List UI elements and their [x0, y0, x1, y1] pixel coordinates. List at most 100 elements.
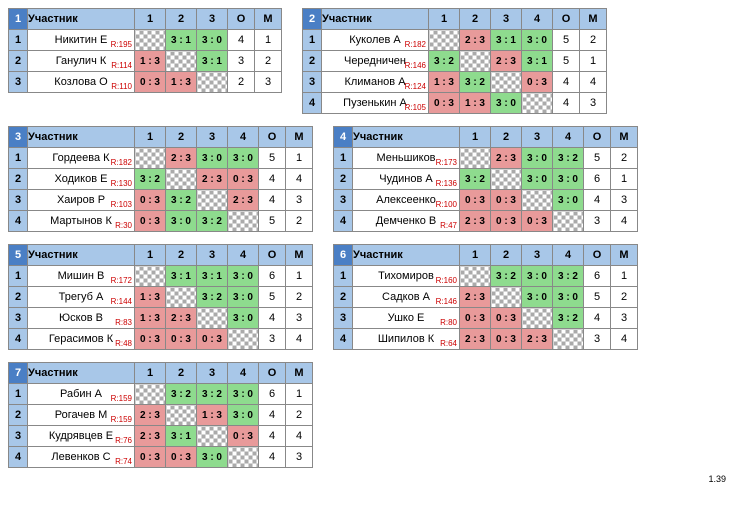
score-cell: 2 : 3 — [460, 329, 491, 350]
points-cell: 6 — [584, 266, 611, 287]
score-cell: 2 : 3 — [460, 30, 491, 51]
player-name: Мартынов К — [50, 215, 112, 227]
player-name-cell: Ходиков ЕR:130 — [28, 169, 135, 190]
player-name: Рогачев М — [55, 409, 108, 421]
row-index: 3 — [303, 72, 322, 93]
place-cell: 1 — [286, 384, 313, 405]
player-name: Герасимов К — [49, 333, 113, 345]
hdr-col-3: 3 — [197, 127, 228, 148]
row-index: 2 — [9, 287, 28, 308]
score-cell: 1 : 3 — [166, 72, 197, 93]
table-row: 2Чудинов АR:1363 : 23 : 03 : 061 — [334, 169, 638, 190]
hdr-col-2: 2 — [460, 9, 491, 30]
player-name-cell: Юсков ВR:83 — [28, 308, 135, 329]
player-name: Кудрявцев Е — [49, 430, 113, 442]
score-cell: 0 : 3 — [135, 447, 166, 468]
table-row: 3Козлова ОR:1100 : 31 : 323 — [9, 72, 282, 93]
hdr-col-4: 4 — [522, 9, 553, 30]
hdr-col-4: 4 — [228, 245, 259, 266]
hdr-col-2: 2 — [166, 363, 197, 384]
diag-cell — [460, 266, 491, 287]
player-rating: R:124 — [405, 82, 426, 91]
score-cell: 3 : 2 — [166, 190, 197, 211]
score-cell: 3 : 1 — [166, 30, 197, 51]
score-cell: 3 : 1 — [197, 266, 228, 287]
table-row: 1Куколев АR:1822 : 33 : 13 : 052 — [303, 30, 607, 51]
player-name-cell: Ушко ЕR:80 — [353, 308, 460, 329]
points-cell: 2 — [228, 72, 255, 93]
score-cell: 2 : 3 — [460, 211, 491, 232]
score-cell: 0 : 3 — [166, 329, 197, 350]
diag-cell — [135, 30, 166, 51]
score-cell: 3 : 0 — [522, 30, 553, 51]
player-name-cell: Мишин ВR:172 — [28, 266, 135, 287]
table-row: 2ЧередниченR:1463 : 22 : 33 : 151 — [303, 51, 607, 72]
player-name-cell: Чудинов АR:136 — [353, 169, 460, 190]
diag-cell — [460, 148, 491, 169]
group-2: 2Участник1234ОМ1Куколев АR:1822 : 33 : 1… — [302, 8, 607, 114]
score-cell: 3 : 0 — [197, 30, 228, 51]
hdr-participant: Участник — [322, 9, 429, 30]
row-index: 4 — [303, 93, 322, 114]
hdr-col-1: 1 — [135, 245, 166, 266]
player-name: Меньшиков — [376, 152, 435, 164]
row-index: 1 — [9, 148, 28, 169]
score-cell: 3 : 0 — [228, 148, 259, 169]
player-rating: R:146 — [405, 61, 426, 70]
diag-cell — [197, 190, 228, 211]
player-name-cell: АлексеенкоR:100 — [353, 190, 460, 211]
group-row: 3Участник1234ОМ1Гордеева КR:1822 : 33 : … — [8, 126, 732, 232]
hdr-place: М — [286, 363, 313, 384]
hdr-col-3: 3 — [522, 245, 553, 266]
place-cell: 1 — [611, 266, 638, 287]
place-cell: 4 — [611, 211, 638, 232]
footer-version: 1.39 — [8, 474, 732, 484]
score-cell: 0 : 3 — [135, 190, 166, 211]
player-name: Рабин А — [60, 388, 102, 400]
table-row: 3Юсков ВR:831 : 32 : 33 : 043 — [9, 308, 313, 329]
player-rating: R:114 — [111, 61, 132, 70]
hdr-place: М — [611, 127, 638, 148]
diag-cell — [135, 148, 166, 169]
score-cell: 3 : 2 — [460, 169, 491, 190]
table-row: 3Кудрявцев ЕR:762 : 33 : 10 : 344 — [9, 426, 313, 447]
hdr-participant: Участник — [353, 127, 460, 148]
score-cell: 2 : 3 — [197, 169, 228, 190]
player-name-cell: Демченко ВR:47 — [353, 211, 460, 232]
player-rating: R:48 — [115, 339, 132, 348]
row-index: 1 — [9, 384, 28, 405]
place-cell: 2 — [611, 287, 638, 308]
place-cell: 1 — [286, 266, 313, 287]
table-row: 4Демченко ВR:472 : 30 : 30 : 334 — [334, 211, 638, 232]
table-row: 3Хаиров РR:1030 : 33 : 22 : 343 — [9, 190, 313, 211]
table-row: 4Герасимов КR:480 : 30 : 30 : 334 — [9, 329, 313, 350]
player-name: Ходиков Е — [55, 173, 108, 185]
score-cell: 0 : 3 — [522, 211, 553, 232]
hdr-col-4: 4 — [228, 363, 259, 384]
place-cell: 1 — [286, 148, 313, 169]
place-cell: 2 — [611, 148, 638, 169]
score-cell: 3 : 0 — [228, 308, 259, 329]
points-cell: 3 — [259, 329, 286, 350]
group-table: 6Участник1234ОМ1ТихомировR:1603 : 23 : 0… — [333, 244, 638, 350]
table-row: 2Садков АR:1462 : 33 : 03 : 052 — [334, 287, 638, 308]
points-cell: 4 — [228, 30, 255, 51]
score-cell: 3 : 0 — [228, 266, 259, 287]
player-name: Демченко В — [376, 215, 437, 227]
hdr-col-1: 1 — [135, 363, 166, 384]
score-cell: 3 : 1 — [166, 426, 197, 447]
table-row: 3АлексеенкоR:1000 : 30 : 33 : 043 — [334, 190, 638, 211]
score-cell: 3 : 1 — [166, 266, 197, 287]
player-name-cell: Климанов АR:124 — [322, 72, 429, 93]
diag-cell — [135, 384, 166, 405]
hdr-place: М — [580, 9, 607, 30]
points-cell: 5 — [259, 287, 286, 308]
hdr-place: М — [286, 127, 313, 148]
player-name-cell: Трегуб АR:144 — [28, 287, 135, 308]
row-index: 3 — [9, 308, 28, 329]
diag-cell — [553, 211, 584, 232]
place-cell: 2 — [286, 211, 313, 232]
row-index: 2 — [9, 405, 28, 426]
diag-cell — [228, 211, 259, 232]
score-cell: 0 : 3 — [460, 190, 491, 211]
